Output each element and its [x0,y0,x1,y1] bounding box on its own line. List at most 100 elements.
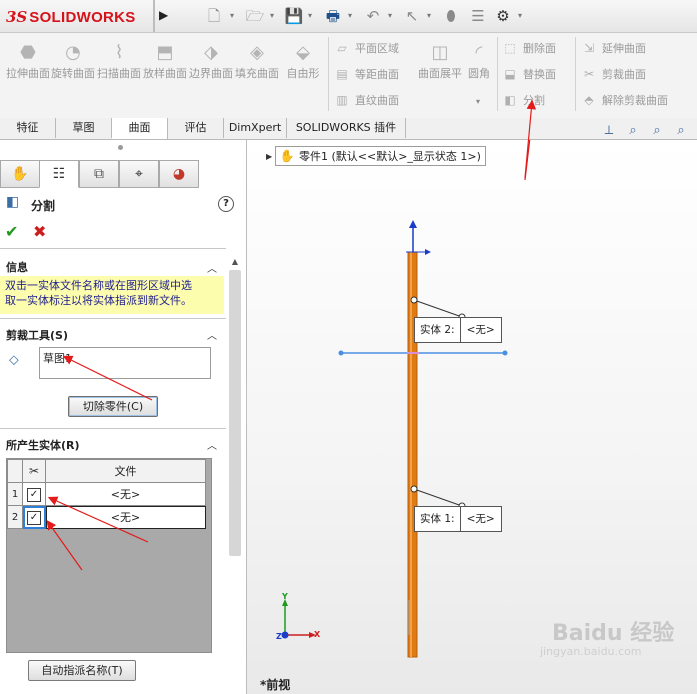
property-manager-title: 分割 [31,199,56,213]
trim-surface-button[interactable]: ✂ 剪裁曲面 [580,64,646,84]
split-button[interactable]: ◧ 分割 [501,90,545,110]
select-icon[interactable]: ↖ [401,5,423,27]
body-highlight [410,252,412,657]
trim-tools-selection-box[interactable]: 草图1 [39,347,211,379]
ribbon-separator [328,37,329,111]
trim-tool-item[interactable]: 草图1 [43,352,72,365]
new-document-icon[interactable]: 🗋 [203,5,225,27]
rebuild-icon[interactable]: ⬮ [440,5,462,27]
tab-evaluate[interactable]: 评估 [168,118,224,138]
file-properties-icon[interactable]: ☰ [467,5,489,27]
extend-surface-button[interactable]: ⇲ 延伸曲面 [580,38,646,58]
undo-dropdown-caret[interactable]: ▾ [388,10,396,22]
surface-body[interactable] [407,251,418,658]
save-icon[interactable]: 💾 [283,5,305,27]
callout-value[interactable]: <无> [461,318,501,342]
tab-features[interactable]: 特征 [0,118,56,138]
body-2-checkbox[interactable]: ✓ [27,510,41,525]
body-file-cell[interactable]: <无> [45,505,206,529]
save-dropdown-caret[interactable]: ▾ [308,10,316,22]
table-row[interactable]: 2 ✓ <无> [7,505,206,529]
revolved-surface-button[interactable]: ◔ 旋转曲面 [51,41,95,80]
resulting-bodies-section-title[interactable]: 所产生实体(R) [6,437,80,453]
help-icon[interactable]: ? [218,196,234,212]
collapse-chevron-icon[interactable]: ︿ [207,327,217,342]
feature-manager-icon[interactable]: ✋ [0,160,40,188]
freeform-button[interactable]: ⬙ 自由形 [281,41,325,80]
extruded-surface-label: 拉伸曲面 [6,67,50,80]
body-callout-1[interactable]: 实体 1: <无> [414,506,502,532]
body-checkbox-cell[interactable]: ✓ [22,505,46,529]
cut-part-button[interactable]: 切除零件(C) [68,396,158,417]
callout-anchor[interactable] [410,296,418,304]
tab-surfaces[interactable]: 曲面 [112,118,168,139]
triad-arrow-icon [425,249,431,255]
callout-anchor[interactable] [410,485,418,493]
options-icon[interactable]: ⚙ [492,5,514,27]
zoom-area-icon[interactable]: ⌕ [648,122,666,140]
replace-face-button[interactable]: ⬓ 替换面 [501,64,556,84]
open-icon[interactable]: 🗁 [244,5,266,27]
solidworks-logo[interactable]: 3S SOLIDWORKS [6,6,136,28]
boundary-surface-button[interactable]: ⬗ 边界曲面 [189,41,233,80]
extruded-surface-button[interactable]: ⬣ 拉伸曲面 [6,41,50,80]
body-file-cell[interactable]: <无> [45,482,206,506]
property-manager-icon[interactable]: ☷ [39,160,79,188]
planar-surface-button[interactable]: ▱ 平面区域 [333,38,399,58]
lofted-surface-label: 放样曲面 [143,67,187,80]
info-section-title[interactable]: 信息 [6,259,28,275]
select-all-column[interactable]: ✂ [22,459,46,483]
ok-check-icon[interactable]: ✔ [5,222,18,241]
untrim-surface-button[interactable]: ⬘ 解除剪裁曲面 [580,90,668,110]
sketch-endpoint[interactable] [502,350,508,356]
surface-flatten-button[interactable]: ◫ 曲面展平 [418,41,462,80]
divider [0,248,226,249]
model-view[interactable] [247,140,697,694]
zoom-to-fit-icon[interactable]: ⌕ [624,122,642,140]
auto-assign-names-button[interactable]: 自动指派名称(T) [28,660,136,681]
untrim-surface-icon: ⬘ [584,93,594,107]
select-dropdown-caret[interactable]: ▾ [427,10,435,22]
undo-icon[interactable]: ↶ [362,5,384,27]
filled-surface-label: 填充曲面 [235,67,279,80]
cancel-x-icon[interactable]: ✖ [33,222,46,241]
ruled-surface-button[interactable]: ▥ 直纹曲面 [333,90,399,110]
view-orientation-icon[interactable]: ⟂ [600,122,618,140]
swept-surface-label: 扫描曲面 [97,67,141,80]
scroll-up-arrow-icon[interactable]: ▲ [229,257,241,269]
open-dropdown-caret[interactable]: ▾ [270,10,278,22]
print-icon[interactable]: 🖶 [322,5,344,27]
swept-surface-button[interactable]: ⌇ 扫描曲面 [97,41,141,80]
callout-value[interactable]: <无> [461,507,501,531]
body-1-checkbox[interactable]: ✓ [27,487,41,502]
body-callout-2[interactable]: 实体 2: <无> [414,317,502,343]
file-column-header[interactable]: 文件 [45,459,206,483]
tab-dimxpert[interactable]: DimXpert [224,118,287,138]
watermark: Baidu 经验 [552,621,675,646]
body-checkbox-cell[interactable]: ✓ [22,482,46,506]
collapse-chevron-icon[interactable]: ︿ [207,260,217,275]
trim-tools-section-title[interactable]: 剪裁工具(S) [6,327,68,343]
options-dropdown-caret[interactable]: ▾ [518,10,526,22]
tab-sketch[interactable]: 草图 [56,118,112,138]
print-dropdown-caret[interactable]: ▾ [348,10,356,22]
collapse-chevron-icon[interactable]: ︿ [207,437,217,452]
new-dropdown-caret[interactable]: ▾ [230,10,238,22]
table-row[interactable]: 1 ✓ <无> [7,482,206,506]
fillet-button[interactable]: ◜ 圆角 [462,41,496,80]
dimxpert-manager-icon[interactable]: ⌖ [119,160,159,188]
display-manager-icon[interactable]: ◕ [159,160,199,188]
zoom-previous-icon[interactable]: ⌕ [672,122,690,140]
lofted-surface-button[interactable]: ⬒ 放样曲面 [143,41,187,80]
fillet-dropdown-caret[interactable]: ▾ [476,97,480,106]
configuration-manager-icon[interactable]: ⧉ [79,160,119,188]
delete-face-button[interactable]: ⬚ 删除面 [501,38,556,58]
tab-solidworks-addins[interactable]: SOLIDWORKS 插件 [287,118,406,138]
filled-surface-button[interactable]: ◈ 填充曲面 [235,41,279,80]
panel-scrollbar[interactable] [229,270,241,556]
offset-surface-button[interactable]: ▤ 等距曲面 [333,64,399,84]
info-text-line-2: 取一实体标注以将实体指派到新文件。 [5,294,192,307]
sketch-endpoint[interactable] [338,350,344,356]
panel-grip[interactable] [118,145,123,150]
menu-expand-icon[interactable]: ▶ [159,7,173,23]
